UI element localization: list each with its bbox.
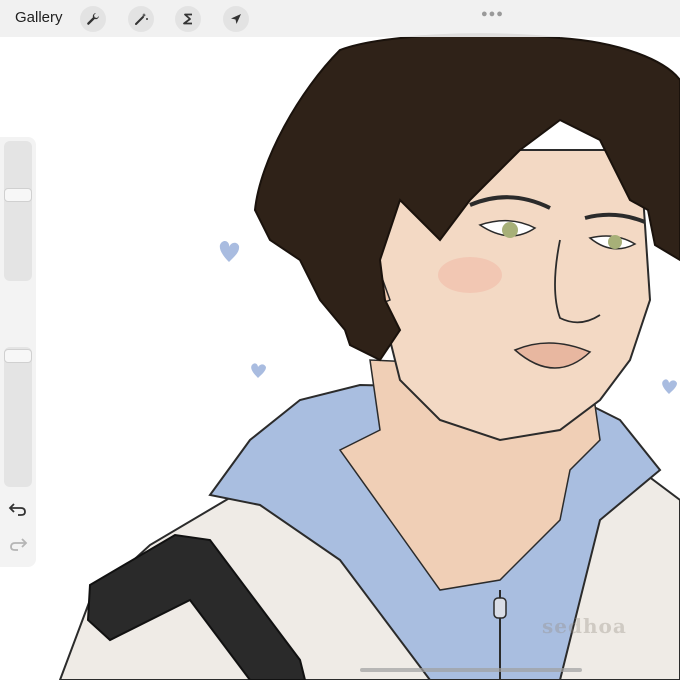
left-sidebar	[0, 137, 36, 567]
gallery-button[interactable]: Gallery	[15, 9, 63, 26]
home-indicator[interactable]	[360, 668, 582, 672]
undo-icon[interactable]	[8, 501, 28, 517]
multitasking-dots-icon[interactable]: ●●●	[481, 8, 504, 20]
adjustments-button[interactable]	[128, 6, 154, 32]
redo-icon[interactable]	[8, 536, 28, 552]
opacity-thumb[interactable]	[4, 349, 32, 363]
opacity-slider[interactable]	[4, 347, 32, 487]
actions-button[interactable]	[80, 6, 106, 32]
brush-size-thumb[interactable]	[4, 188, 32, 202]
transform-button[interactable]	[223, 6, 249, 32]
artwork-watermark: sedhoa	[542, 614, 627, 638]
selection-button[interactable]	[175, 6, 201, 32]
top-toolbar: Gallery ●●●	[0, 0, 680, 37]
magic-wand-icon	[135, 13, 148, 25]
brush-size-slider[interactable]	[4, 141, 32, 281]
arrow-cursor-icon	[231, 14, 241, 24]
artwork-canvas[interactable]	[0, 0, 680, 680]
wrench-icon	[87, 13, 99, 25]
selection-s-icon	[183, 13, 192, 25]
